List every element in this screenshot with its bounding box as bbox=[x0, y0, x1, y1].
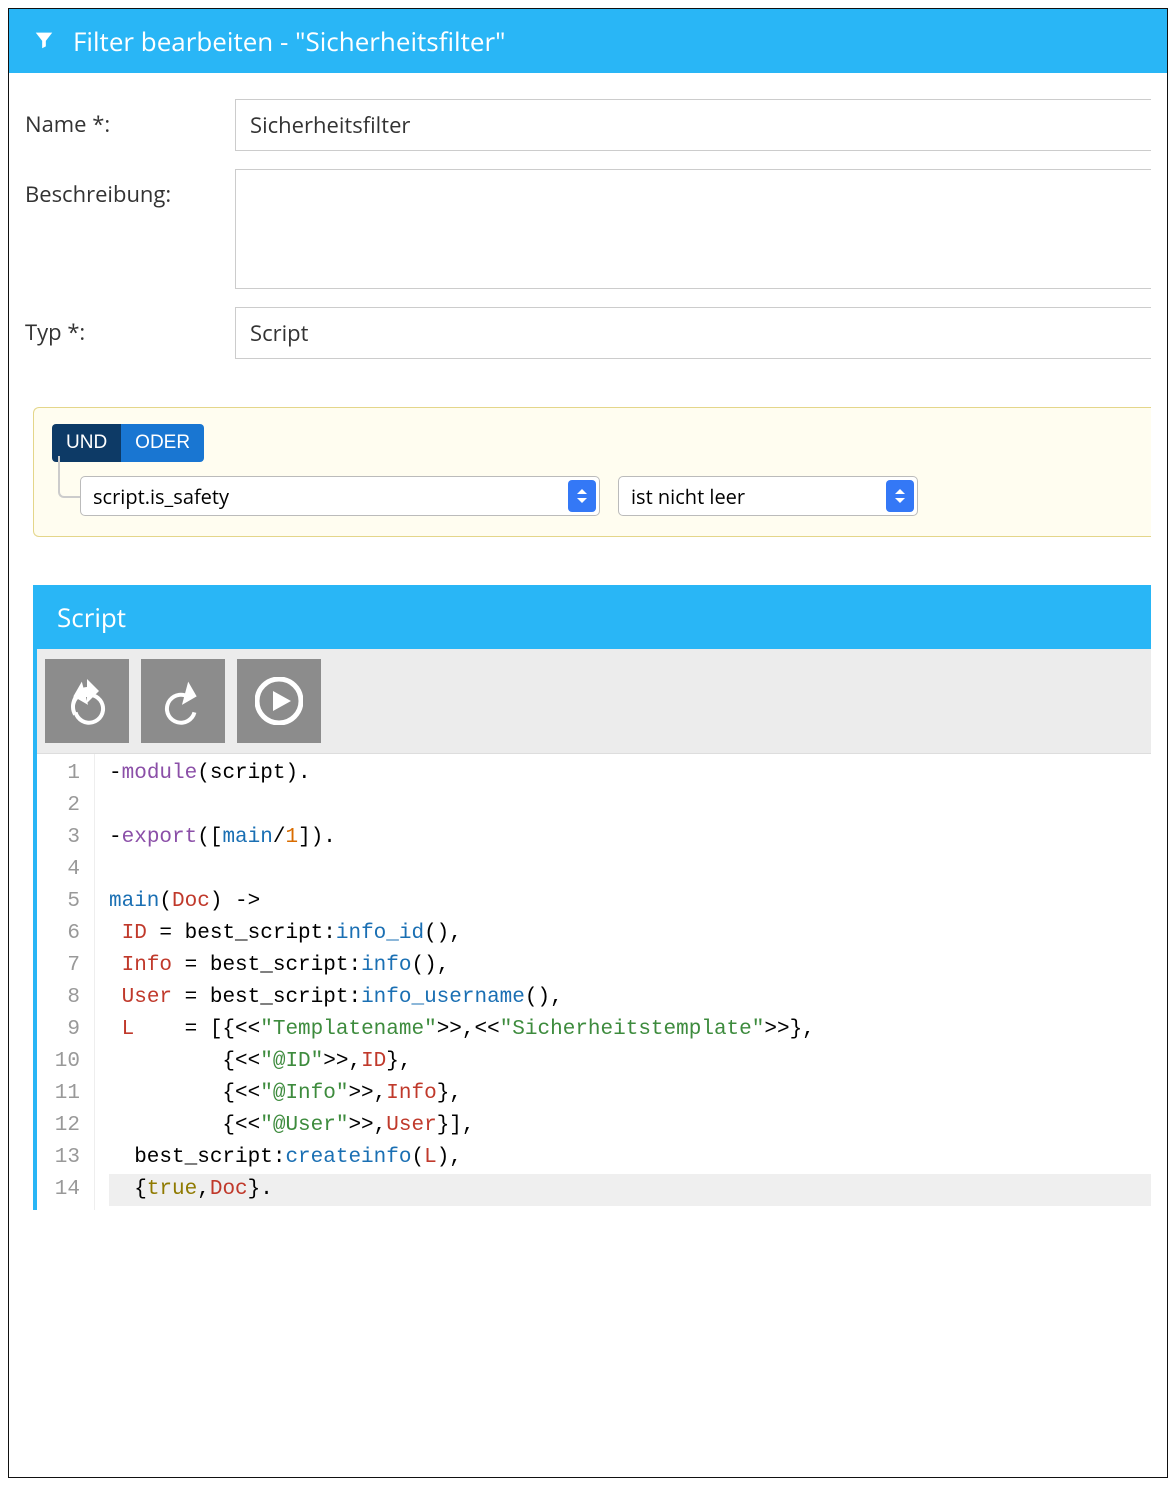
or-button[interactable]: ODER bbox=[121, 424, 204, 462]
rule-field-value: script.is_safety bbox=[93, 483, 229, 510]
rule-operator-select[interactable]: ist nicht leer bbox=[618, 476, 918, 516]
line-gutter: 1234567891011121314 bbox=[37, 754, 95, 1210]
script-panel-title: Script bbox=[37, 585, 1151, 649]
code-content[interactable]: -module(script).-export([main/1]).main(D… bbox=[95, 754, 1151, 1210]
description-input[interactable] bbox=[235, 169, 1151, 289]
redo-button[interactable] bbox=[141, 659, 225, 743]
type-label: Typ *: bbox=[25, 307, 235, 347]
rule-connector bbox=[58, 456, 80, 498]
chevron-updown-icon bbox=[886, 480, 914, 512]
filter-icon bbox=[33, 23, 55, 59]
chevron-updown-icon bbox=[568, 480, 596, 512]
redo-icon bbox=[159, 677, 207, 725]
rule-operator-value: ist nicht leer bbox=[631, 483, 745, 510]
undo-icon bbox=[63, 677, 111, 725]
script-toolbar bbox=[37, 649, 1151, 753]
dialog-title: Filter bearbeiten - "Sicherheitsfilter" bbox=[73, 23, 505, 59]
query-builder: UND ODER script.is_safety ist nicht leer bbox=[33, 407, 1151, 537]
name-input[interactable] bbox=[235, 99, 1151, 151]
run-button[interactable] bbox=[237, 659, 321, 743]
type-select[interactable] bbox=[235, 307, 1151, 359]
undo-button[interactable] bbox=[45, 659, 129, 743]
rule-row: script.is_safety ist nicht leer bbox=[80, 476, 1133, 516]
description-label: Beschreibung: bbox=[25, 169, 235, 209]
script-panel: Script 1234567891011121314 -module(scrip… bbox=[33, 585, 1151, 1210]
name-label: Name *: bbox=[25, 99, 235, 139]
play-icon bbox=[255, 677, 303, 725]
dialog-header: Filter bearbeiten - "Sicherheitsfilter" bbox=[9, 9, 1167, 73]
rule-field-select[interactable]: script.is_safety bbox=[80, 476, 600, 516]
code-editor[interactable]: 1234567891011121314 -module(script).-exp… bbox=[37, 753, 1151, 1210]
